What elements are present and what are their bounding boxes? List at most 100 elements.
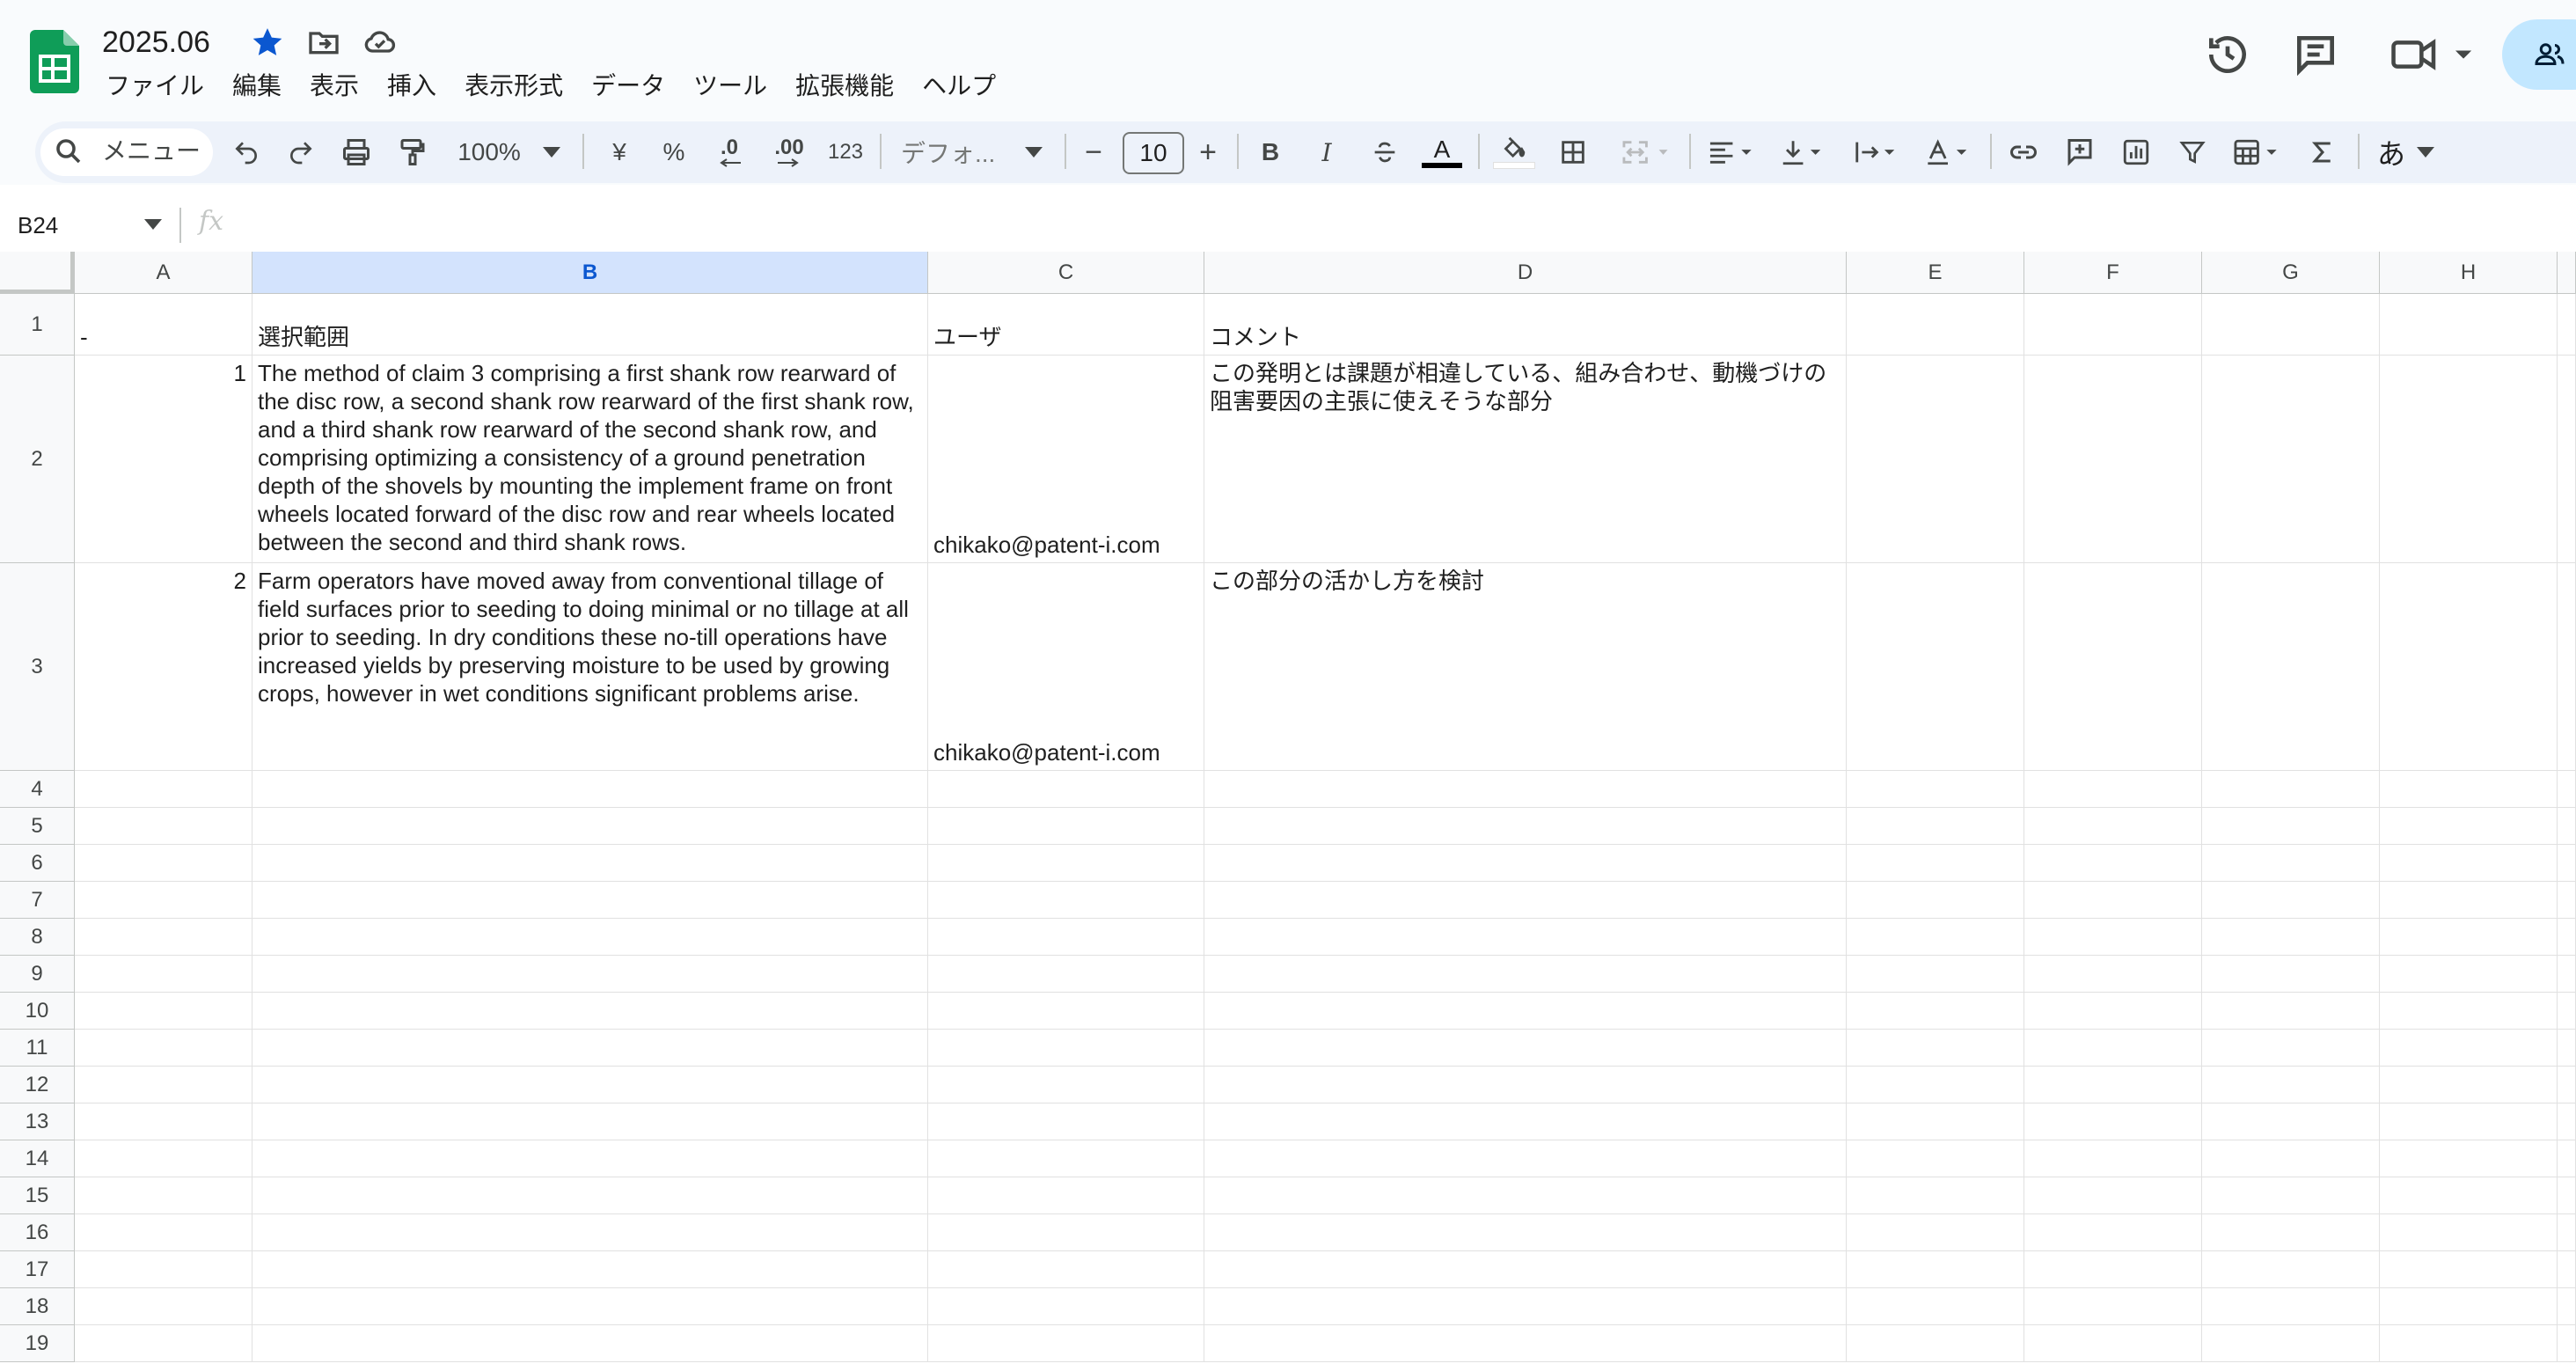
cell-a9[interactable] xyxy=(75,956,252,993)
input-tools-button[interactable]: あ xyxy=(2374,130,2409,174)
cell-e2[interactable] xyxy=(1847,356,2024,563)
cell-g11[interactable] xyxy=(2202,1030,2380,1067)
cell-overflow[interactable] xyxy=(2558,1251,2576,1288)
cell-h19[interactable] xyxy=(2380,1325,2558,1362)
insert-link-icon[interactable] xyxy=(2004,130,2043,174)
cell-c4[interactable] xyxy=(928,771,1204,808)
cell-f6[interactable] xyxy=(2024,845,2202,882)
cell-overflow[interactable] xyxy=(2558,1177,2576,1214)
cell-h16[interactable] xyxy=(2380,1214,2558,1251)
row-header[interactable]: 19 xyxy=(0,1325,75,1362)
cell-b10[interactable] xyxy=(252,993,928,1030)
cell-e7[interactable] xyxy=(1847,882,2024,919)
cell-a12[interactable] xyxy=(75,1067,252,1103)
formula-input[interactable] xyxy=(229,204,2569,246)
cell-d14[interactable] xyxy=(1204,1140,1847,1177)
name-box[interactable]: B24 xyxy=(18,204,158,246)
cell-b16[interactable] xyxy=(252,1214,928,1251)
row-header[interactable]: 14 xyxy=(0,1140,75,1177)
cell-e13[interactable] xyxy=(1847,1103,2024,1140)
cell-e15[interactable] xyxy=(1847,1177,2024,1214)
cell-f19[interactable] xyxy=(2024,1325,2202,1362)
cell-c16[interactable] xyxy=(928,1214,1204,1251)
cell-e12[interactable] xyxy=(1847,1067,2024,1103)
cell-h14[interactable] xyxy=(2380,1140,2558,1177)
cell-d1[interactable]: コメント xyxy=(1204,294,1847,356)
cell-b11[interactable] xyxy=(252,1030,928,1067)
move-to-folder-icon[interactable] xyxy=(306,25,341,60)
cell-g13[interactable] xyxy=(2202,1103,2380,1140)
menu-edit[interactable]: 編集 xyxy=(218,65,296,107)
insert-chart-icon[interactable] xyxy=(2117,130,2155,174)
undo-icon[interactable] xyxy=(229,130,264,174)
cell-a11[interactable] xyxy=(75,1030,252,1067)
cell-e3[interactable] xyxy=(1847,563,2024,771)
cell-h12[interactable] xyxy=(2380,1067,2558,1103)
cell-g16[interactable] xyxy=(2202,1214,2380,1251)
menu-file[interactable]: ファイル xyxy=(91,65,218,107)
cell-b8[interactable] xyxy=(252,919,928,956)
cell-c13[interactable] xyxy=(928,1103,1204,1140)
cell-a5[interactable] xyxy=(75,808,252,845)
cell-overflow[interactable] xyxy=(2558,808,2576,845)
cell-b3[interactable]: Farm operators have moved away from conv… xyxy=(252,563,928,771)
cell-d2[interactable]: この発明とは課題が相違している、組み合わせ、動機づけの阻害要因の主張に使えそうな… xyxy=(1204,356,1847,563)
cell-b4[interactable] xyxy=(252,771,928,808)
cell-f12[interactable] xyxy=(2024,1067,2202,1103)
cell-c1[interactable]: ユーザ xyxy=(928,294,1204,356)
percent-format-button[interactable]: % xyxy=(656,130,692,174)
cell-d18[interactable] xyxy=(1204,1288,1847,1325)
column-header-f[interactable]: F xyxy=(2024,252,2202,294)
sheets-logo-icon[interactable] xyxy=(30,30,79,93)
cell-f18[interactable] xyxy=(2024,1288,2202,1325)
cell-g15[interactable] xyxy=(2202,1177,2380,1214)
cell-h9[interactable] xyxy=(2380,956,2558,993)
vertical-align-icon[interactable] xyxy=(1774,130,1830,174)
merge-cells-icon[interactable] xyxy=(1610,130,1680,174)
cell-h13[interactable] xyxy=(2380,1103,2558,1140)
borders-icon[interactable] xyxy=(1554,130,1592,174)
cell-d5[interactable] xyxy=(1204,808,1847,845)
cell-overflow[interactable] xyxy=(2558,1103,2576,1140)
cell-h18[interactable] xyxy=(2380,1288,2558,1325)
cell-a6[interactable] xyxy=(75,845,252,882)
cell-g9[interactable] xyxy=(2202,956,2380,993)
row-header[interactable]: 3 xyxy=(0,563,75,771)
cell-e5[interactable] xyxy=(1847,808,2024,845)
menu-tools[interactable]: ツール xyxy=(679,65,781,107)
cell-d13[interactable] xyxy=(1204,1103,1847,1140)
cell-b13[interactable] xyxy=(252,1103,928,1140)
name-box-dropdown-icon[interactable] xyxy=(144,218,162,234)
row-header[interactable]: 10 xyxy=(0,993,75,1030)
cell-d16[interactable] xyxy=(1204,1214,1847,1251)
cell-e17[interactable] xyxy=(1847,1251,2024,1288)
filter-icon[interactable] xyxy=(2173,130,2212,174)
cell-f8[interactable] xyxy=(2024,919,2202,956)
cell-d7[interactable] xyxy=(1204,882,1847,919)
cell-d17[interactable] xyxy=(1204,1251,1847,1288)
cell-g17[interactable] xyxy=(2202,1251,2380,1288)
cell-a15[interactable] xyxy=(75,1177,252,1214)
cell-a16[interactable] xyxy=(75,1214,252,1251)
cell-f16[interactable] xyxy=(2024,1214,2202,1251)
column-header-b[interactable]: B xyxy=(252,252,928,294)
cell-e19[interactable] xyxy=(1847,1325,2024,1362)
cell-b17[interactable] xyxy=(252,1251,928,1288)
cell-c5[interactable] xyxy=(928,808,1204,845)
row-header[interactable]: 6 xyxy=(0,845,75,882)
cell-a17[interactable] xyxy=(75,1251,252,1288)
text-rotation-icon[interactable] xyxy=(1920,130,1976,174)
cell-a18[interactable] xyxy=(75,1288,252,1325)
cell-overflow[interactable] xyxy=(2558,956,2576,993)
cell-f4[interactable] xyxy=(2024,771,2202,808)
cell-f14[interactable] xyxy=(2024,1140,2202,1177)
column-header-h[interactable]: H xyxy=(2380,252,2558,294)
menu-format[interactable]: 表示形式 xyxy=(450,65,577,107)
cell-e14[interactable] xyxy=(1847,1140,2024,1177)
cell-c6[interactable] xyxy=(928,845,1204,882)
cell-a2[interactable]: 1 xyxy=(75,356,252,563)
cell-f9[interactable] xyxy=(2024,956,2202,993)
cell-h17[interactable] xyxy=(2380,1251,2558,1288)
comments-icon[interactable] xyxy=(2291,30,2340,79)
cell-c9[interactable] xyxy=(928,956,1204,993)
